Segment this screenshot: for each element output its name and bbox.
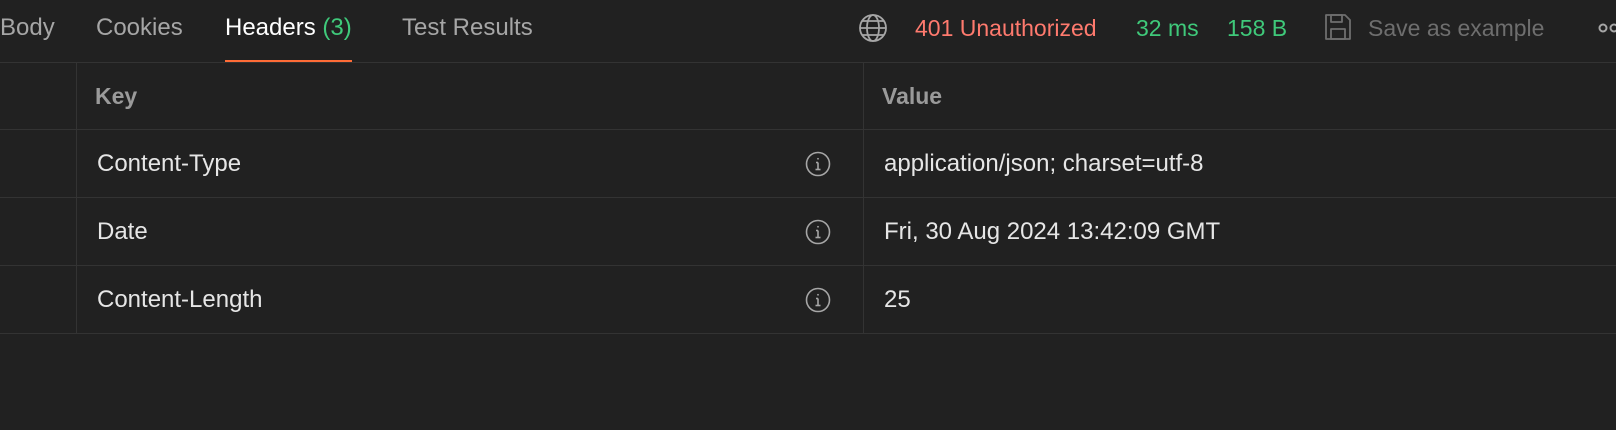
- tab-body[interactable]: Body: [0, 0, 55, 63]
- response-size[interactable]: 158 B: [1227, 0, 1287, 56]
- table-row: Content-Length 25: [0, 266, 1616, 334]
- response-tabs-bar: Body Cookies Headers (3) Test Results 40…: [0, 0, 1616, 63]
- info-icon[interactable]: [805, 151, 831, 177]
- save-as-example-label: Save as example: [1368, 15, 1545, 41]
- more-icon[interactable]: [1598, 18, 1616, 43]
- column-divider: [863, 63, 864, 129]
- column-header-value: Value: [882, 82, 943, 109]
- column-divider: [76, 130, 77, 197]
- save-icon: [1322, 11, 1354, 48]
- header-key[interactable]: Content-Type: [97, 130, 241, 197]
- tab-cookies[interactable]: Cookies: [96, 0, 183, 63]
- globe-icon[interactable]: [857, 12, 889, 49]
- header-key[interactable]: Content-Length: [97, 266, 262, 333]
- header-value[interactable]: 25: [884, 266, 911, 333]
- column-divider: [863, 130, 864, 197]
- status-code[interactable]: 401 Unauthorized: [915, 0, 1097, 56]
- header-key[interactable]: Date: [97, 198, 148, 265]
- column-divider: [76, 63, 77, 129]
- info-icon[interactable]: [805, 287, 831, 313]
- headers-table: Key Value Content-Type application/json;…: [0, 63, 1616, 334]
- table-row: Content-Type application/json; charset=u…: [0, 130, 1616, 198]
- column-header-key: Key: [95, 82, 138, 109]
- active-tab-indicator: [225, 60, 352, 62]
- column-divider: [76, 266, 77, 333]
- table-row: Date Fri, 30 Aug 2024 13:42:09 GMT: [0, 198, 1616, 266]
- tab-headers[interactable]: Headers (3): [225, 0, 352, 63]
- table-header-row: Key Value: [0, 63, 1616, 130]
- tab-headers-count: (3): [322, 14, 352, 41]
- response-time[interactable]: 32 ms: [1136, 0, 1199, 56]
- tab-headers-label: Headers: [225, 14, 316, 41]
- column-divider: [76, 198, 77, 265]
- column-divider: [863, 266, 864, 333]
- tab-body-label: Body: [0, 14, 55, 41]
- header-value[interactable]: Fri, 30 Aug 2024 13:42:09 GMT: [884, 198, 1220, 265]
- tab-test-results[interactable]: Test Results: [402, 0, 533, 63]
- info-icon[interactable]: [805, 219, 831, 245]
- tab-cookies-label: Cookies: [96, 14, 183, 41]
- header-value[interactable]: application/json; charset=utf-8: [884, 130, 1204, 197]
- tab-test-results-label: Test Results: [402, 14, 533, 41]
- column-divider: [863, 198, 864, 265]
